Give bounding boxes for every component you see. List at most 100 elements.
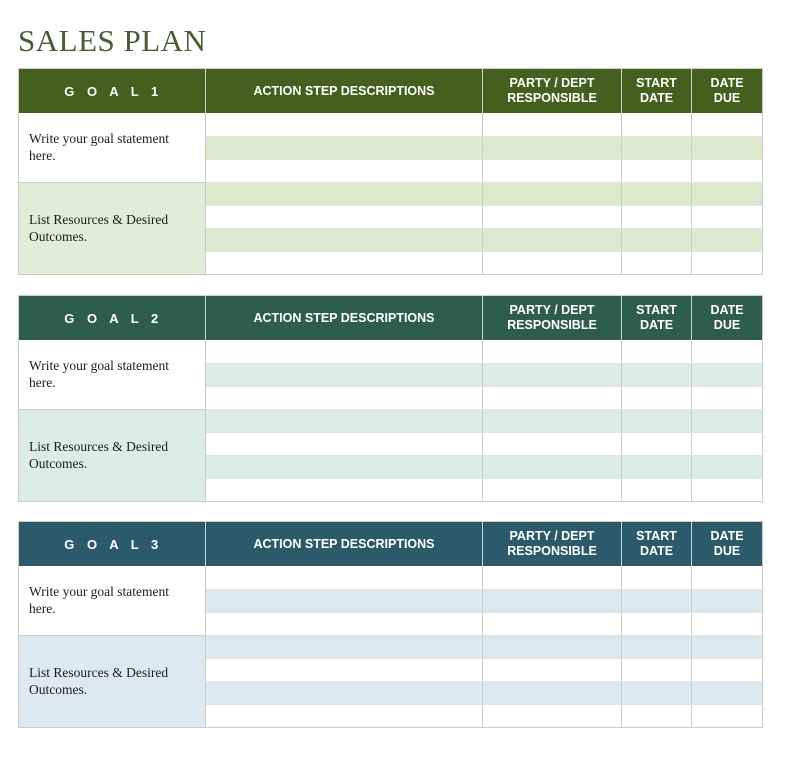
party-header-line-1: PARTY / DEPT [509,529,595,543]
cell-party-responsible[interactable] [482,612,622,636]
cell-party-responsible[interactable] [482,136,622,160]
cell-start-date[interactable] [621,386,692,410]
goal-3-resources-cell[interactable]: List Resources & Desired Outcomes. [18,635,206,728]
cell-start-date[interactable] [621,432,692,456]
cell-date-due[interactable] [691,159,763,183]
cell-party-responsible[interactable] [482,478,622,501]
cell-party-responsible[interactable] [482,182,622,206]
cell-start-date[interactable] [621,566,692,590]
cell-start-date[interactable] [621,635,692,659]
due-header-line-2: DUE [713,91,741,105]
cell-party-responsible[interactable] [482,228,622,252]
cell-date-due[interactable] [691,612,763,636]
cell-action-step[interactable] [205,363,483,387]
cell-date-due[interactable] [691,205,763,229]
goal-1-statement-cell[interactable]: Write your goal statement here. [18,113,206,183]
column-header-action-steps: ACTION STEP DESCRIPTIONS [205,295,483,340]
cell-action-step[interactable] [205,205,483,229]
cell-start-date[interactable] [621,113,692,137]
goal-2-label: G O A L 2 [18,295,206,340]
cell-action-step[interactable] [205,113,483,137]
cell-action-step[interactable] [205,340,483,364]
cell-start-date[interactable] [621,159,692,183]
cell-action-step[interactable] [205,635,483,659]
cell-party-responsible[interactable] [482,635,622,659]
party-header-line-2: RESPONSIBLE [507,318,597,332]
cell-start-date[interactable] [621,228,692,252]
cell-date-due[interactable] [691,340,763,364]
cell-action-step[interactable] [205,612,483,636]
cell-party-responsible[interactable] [482,205,622,229]
cell-date-due[interactable] [691,455,763,479]
table-row: Write your goal statement here. [18,113,763,183]
cell-party-responsible[interactable] [482,589,622,613]
cell-action-step[interactable] [205,658,483,682]
cell-action-step[interactable] [205,589,483,613]
cell-action-step[interactable] [205,478,483,501]
cell-party-responsible[interactable] [482,566,622,590]
cell-party-responsible[interactable] [482,658,622,682]
cell-date-due[interactable] [691,228,763,252]
cell-action-step[interactable] [205,704,483,727]
cell-party-responsible[interactable] [482,704,622,727]
goal-table-3-header-row: G O A L 3 ACTION STEP DESCRIPTIONS PARTY… [18,521,763,566]
cell-date-due[interactable] [691,658,763,682]
cell-party-responsible[interactable] [482,386,622,410]
cell-party-responsible[interactable] [482,159,622,183]
cell-action-step[interactable] [205,455,483,479]
cell-date-due[interactable] [691,635,763,659]
goal-1-resources-cell[interactable]: List Resources & Desired Outcomes. [18,182,206,275]
cell-action-step[interactable] [205,228,483,252]
cell-action-step[interactable] [205,409,483,433]
cell-date-due[interactable] [691,363,763,387]
cell-date-due[interactable] [691,409,763,433]
cell-action-step[interactable] [205,136,483,160]
goal-2-statement-cell[interactable]: Write your goal statement here. [18,340,206,410]
column-header-date-due: DATE DUE [691,295,763,340]
column-header-action-steps: ACTION STEP DESCRIPTIONS [205,521,483,566]
cell-start-date[interactable] [621,681,692,705]
cell-action-step[interactable] [205,159,483,183]
cell-start-date[interactable] [621,612,692,636]
cell-start-date[interactable] [621,478,692,501]
cell-date-due[interactable] [692,478,763,501]
cell-date-due[interactable] [691,432,763,456]
cell-start-date[interactable] [621,409,692,433]
cell-party-responsible[interactable] [482,455,622,479]
cell-date-due[interactable] [691,136,763,160]
cell-start-date[interactable] [621,182,692,206]
cell-start-date[interactable] [621,251,692,274]
cell-date-due[interactable] [691,386,763,410]
cell-action-step[interactable] [205,681,483,705]
cell-date-due[interactable] [691,566,763,590]
cell-action-step[interactable] [205,182,483,206]
cell-start-date[interactable] [621,136,692,160]
cell-start-date[interactable] [621,658,692,682]
cell-party-responsible[interactable] [482,251,622,274]
cell-start-date[interactable] [621,589,692,613]
cell-action-step[interactable] [205,432,483,456]
cell-party-responsible[interactable] [482,113,622,137]
cell-start-date[interactable] [621,205,692,229]
cell-date-due[interactable] [691,681,763,705]
goal-3-statement-cell[interactable]: Write your goal statement here. [18,566,206,636]
goal-2-resources-cell[interactable]: List Resources & Desired Outcomes. [18,409,206,502]
cell-date-due[interactable] [691,589,763,613]
cell-date-due[interactable] [692,704,763,727]
cell-party-responsible[interactable] [482,363,622,387]
cell-start-date[interactable] [621,455,692,479]
cell-action-step[interactable] [205,386,483,410]
cell-date-due[interactable] [691,182,763,206]
cell-start-date[interactable] [621,340,692,364]
cell-start-date[interactable] [621,704,692,727]
cell-date-due[interactable] [692,251,763,274]
cell-party-responsible[interactable] [482,409,622,433]
cell-party-responsible[interactable] [482,432,622,456]
cell-start-date[interactable] [621,363,692,387]
cell-party-responsible[interactable] [482,340,622,364]
cell-action-step[interactable] [205,251,483,274]
column-header-action-steps: ACTION STEP DESCRIPTIONS [205,68,483,113]
cell-date-due[interactable] [691,113,763,137]
cell-party-responsible[interactable] [482,681,622,705]
cell-action-step[interactable] [205,566,483,590]
